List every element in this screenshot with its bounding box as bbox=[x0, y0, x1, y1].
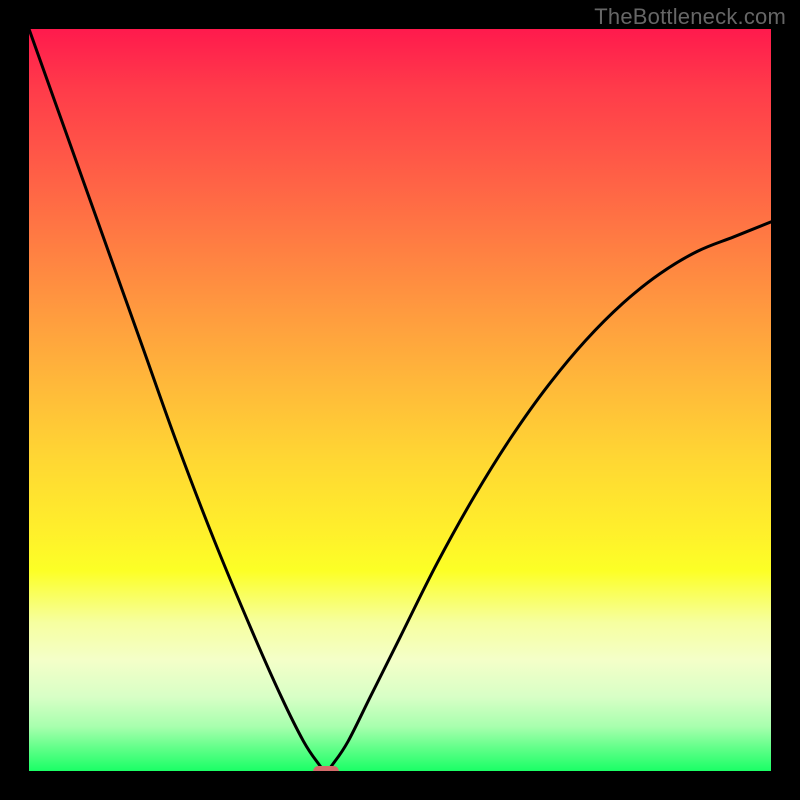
watermark-text: TheBottleneck.com bbox=[594, 4, 786, 30]
plot-area bbox=[29, 29, 771, 771]
bottleneck-curve bbox=[29, 29, 771, 771]
optimal-marker bbox=[313, 766, 339, 771]
chart-container: TheBottleneck.com bbox=[0, 0, 800, 800]
